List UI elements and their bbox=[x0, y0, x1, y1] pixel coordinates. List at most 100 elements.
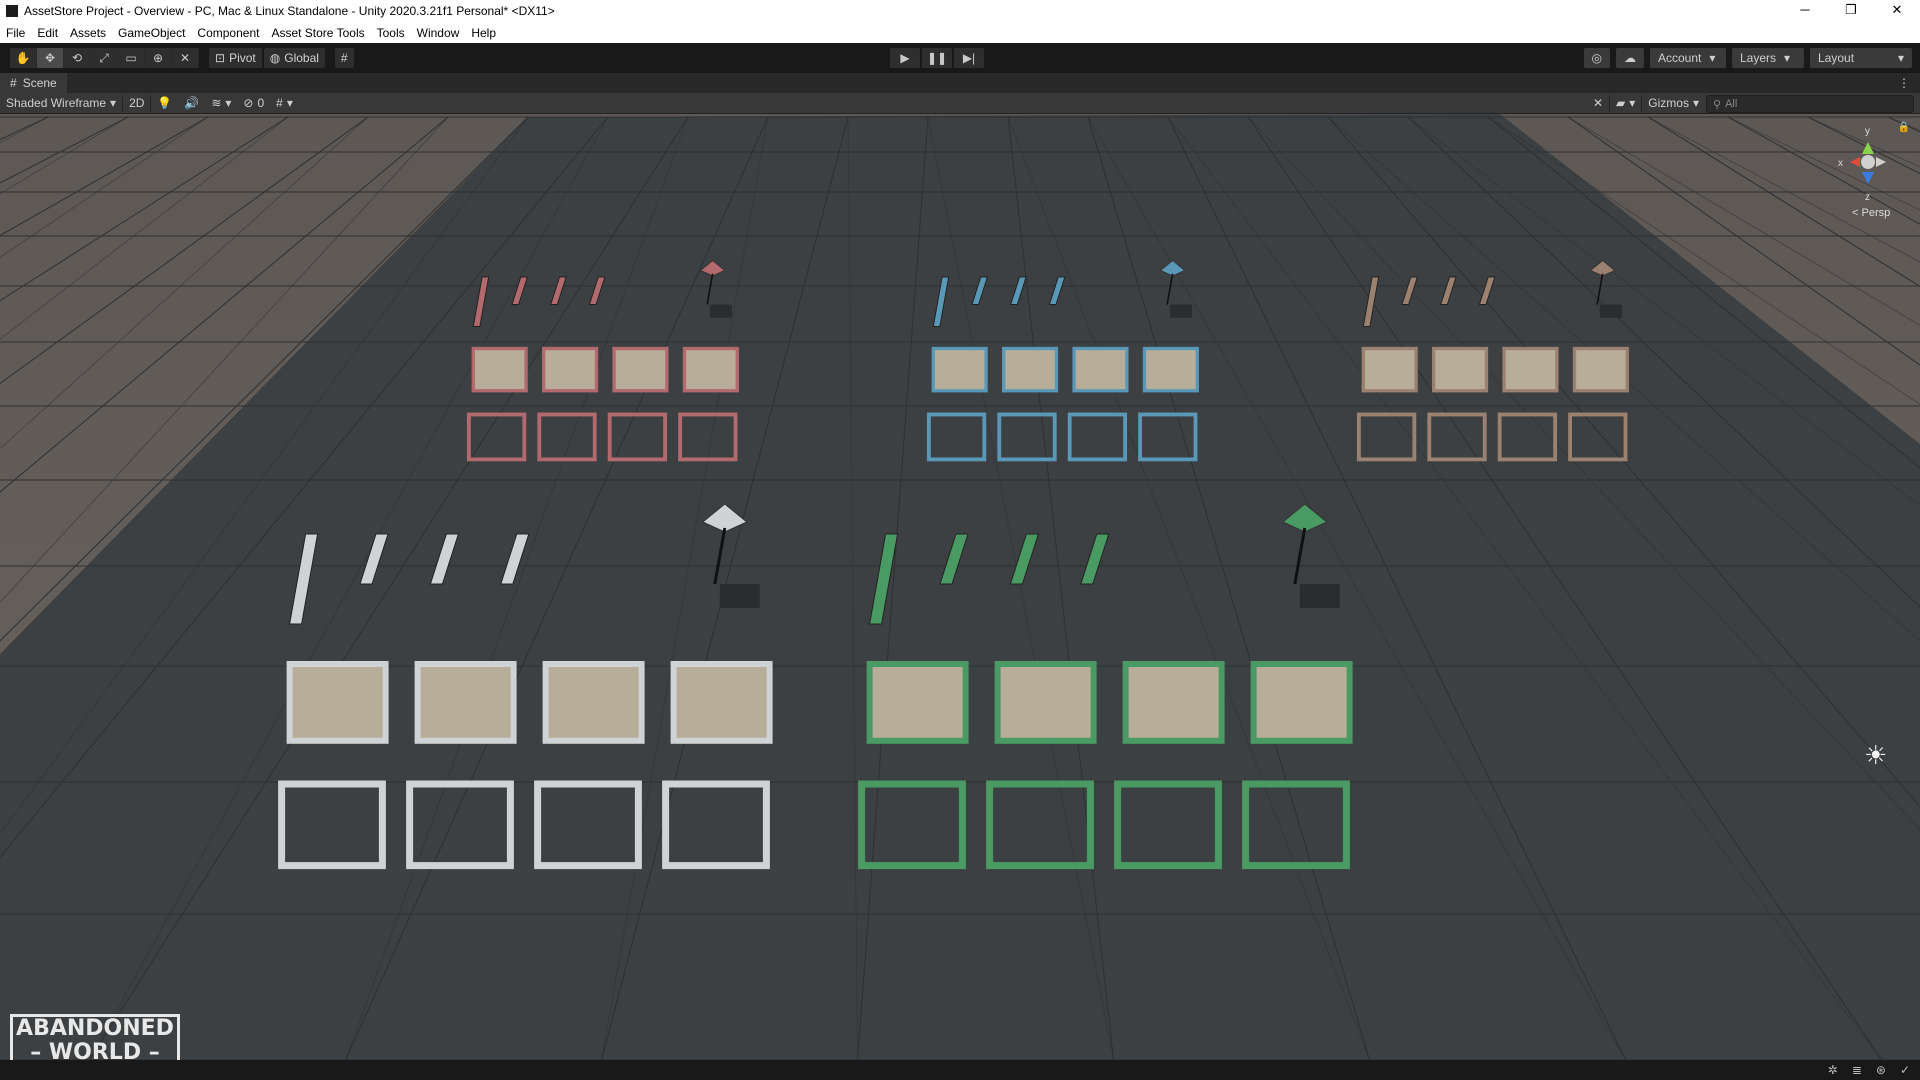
gizmos-label: Gizmos bbox=[1648, 96, 1689, 110]
menu-window[interactable]: Window bbox=[411, 26, 466, 40]
chevron-down-icon: ▾ bbox=[286, 96, 293, 110]
chevron-down-icon: ▾ bbox=[1784, 51, 1791, 65]
sandbox-filled bbox=[682, 346, 739, 393]
tools-icon[interactable]: ✕ bbox=[1587, 93, 1609, 113]
scene-toolbar-right: ✕ ▰ ▾ Gizmos ▾ bbox=[1587, 93, 1705, 113]
sandbox-filled bbox=[1122, 661, 1225, 744]
sandbox-filled bbox=[1572, 346, 1629, 393]
menu-asset-store-tools[interactable]: Asset Store Tools bbox=[265, 26, 370, 40]
gizmo-x-label: x bbox=[1838, 158, 1843, 169]
debug-icon[interactable]: ⊛ bbox=[1876, 1063, 1886, 1077]
sandbox-filled bbox=[931, 346, 988, 393]
search-icon: ⚲ bbox=[1713, 98, 1722, 111]
menu-assets[interactable]: Assets bbox=[64, 26, 112, 40]
scale-tool-icon[interactable]: ⤢ bbox=[91, 48, 118, 68]
lighting-toggle[interactable]: 💡 bbox=[151, 93, 178, 113]
scene-render bbox=[0, 114, 1920, 1060]
menu-help[interactable]: Help bbox=[465, 26, 502, 40]
lock-icon[interactable]: 🔒 bbox=[1898, 122, 1910, 133]
pivot-toggle[interactable]: ⊡ Pivot bbox=[209, 48, 262, 68]
sandbox-filled bbox=[670, 661, 773, 744]
layers-label: Layers bbox=[1740, 51, 1777, 65]
pivot-label: Pivot bbox=[229, 51, 256, 65]
scene-toolbar: Shaded Wireframe ▾ 2D 💡 🔊 ≋ ▾ ⊘ 0 # ▾ ✕ ▰ ▾… bbox=[0, 93, 1920, 114]
menu-tools[interactable]: Tools bbox=[371, 26, 411, 40]
gizmo-y-label: y bbox=[1865, 126, 1870, 137]
collab-button[interactable]: ◎ bbox=[1583, 48, 1610, 68]
custom-tool-icon[interactable]: ✕ bbox=[172, 48, 199, 68]
axis-gizmo-icon: y x z < Persp bbox=[1838, 126, 1890, 219]
close-button[interactable]: ✕ bbox=[1874, 0, 1920, 22]
sandbox-filled bbox=[1002, 346, 1059, 393]
hidden-eye-icon: ⊘ bbox=[243, 96, 254, 110]
layout-dropdown[interactable]: Layout ▾ bbox=[1810, 48, 1912, 68]
umbrella-shadow bbox=[1299, 584, 1340, 608]
minimize-button[interactable]: ─ bbox=[1782, 0, 1828, 22]
status-bar: ✲ ≣ ⊛ ✓ bbox=[0, 1060, 1920, 1080]
play-icon[interactable]: ▶ bbox=[890, 48, 920, 68]
directional-light-icon[interactable]: ☀ bbox=[1864, 740, 1887, 771]
scene-tab-bar: # Scene ⋮ bbox=[0, 73, 1920, 93]
scene-tab[interactable]: # Scene bbox=[0, 73, 67, 93]
grid-dropdown[interactable]: # ▾ bbox=[270, 93, 299, 113]
more-options-icon[interactable]: ⋮ bbox=[1898, 76, 1910, 90]
hidden-count: 0 bbox=[257, 96, 265, 110]
rect-tool-icon[interactable]: ▭ bbox=[118, 48, 145, 68]
hidden-objects-toggle[interactable]: ⊘ 0 bbox=[237, 93, 270, 113]
shading-mode-dropdown[interactable]: Shaded Wireframe ▾ bbox=[0, 93, 122, 113]
check-icon[interactable]: ✓ bbox=[1900, 1063, 1910, 1077]
chevron-down-icon: ▾ bbox=[1629, 96, 1636, 110]
rotate-tool-icon[interactable]: ⟲ bbox=[64, 48, 91, 68]
hand-tool-icon[interactable]: ✋ bbox=[10, 48, 37, 68]
transform-tool-icon[interactable]: ⊕ bbox=[145, 48, 172, 68]
grid-snap-icon: # bbox=[340, 51, 348, 65]
2d-toggle[interactable]: 2D bbox=[123, 93, 150, 113]
menu-component[interactable]: Component bbox=[191, 26, 265, 40]
menu-gameobject[interactable]: GameObject bbox=[112, 26, 191, 40]
orientation-gizmo[interactable]: y x z < Persp bbox=[1828, 120, 1908, 220]
lightbulb-icon: 💡 bbox=[157, 96, 173, 110]
gizmos-dropdown[interactable]: Gizmos ▾ bbox=[1642, 93, 1705, 113]
2d-label: 2D bbox=[129, 96, 145, 110]
umbrella-shadow bbox=[709, 304, 732, 318]
camera-icon: ▰ bbox=[1616, 96, 1626, 110]
search-placeholder: All bbox=[1725, 98, 1738, 110]
menu-bar: File Edit Assets GameObject Component As… bbox=[0, 22, 1920, 44]
effects-dropdown[interactable]: ≋ ▾ bbox=[205, 93, 237, 113]
transform-tools: ✋ ✥ ⟲ ⤢ ▭ ⊕ ✕ bbox=[10, 48, 199, 68]
shading-mode-label: Shaded Wireframe bbox=[6, 96, 107, 110]
sandbox-filled bbox=[542, 346, 599, 393]
sandbox-filled bbox=[286, 661, 389, 744]
move-tool-icon[interactable]: ✥ bbox=[37, 48, 64, 68]
grid-icon: # bbox=[276, 96, 283, 110]
scene-search-input[interactable]: ⚲ All bbox=[1706, 95, 1914, 113]
menu-edit[interactable]: Edit bbox=[31, 26, 64, 40]
layers-icon[interactable]: ≣ bbox=[1852, 1063, 1862, 1077]
bug-icon[interactable]: ✲ bbox=[1828, 1063, 1838, 1077]
window-titlebar: AssetStore Project - Overview - PC, Mac … bbox=[0, 0, 1920, 22]
audio-toggle[interactable]: 🔊 bbox=[178, 93, 205, 113]
unity-icon bbox=[6, 5, 18, 17]
scene-viewport[interactable] bbox=[0, 114, 1920, 1060]
pause-icon[interactable]: ❚❚ bbox=[922, 48, 952, 68]
sandbox-filled bbox=[1072, 346, 1129, 393]
chevron-down-icon: ▾ bbox=[1709, 51, 1716, 65]
cloud-button[interactable]: ☁ bbox=[1616, 48, 1644, 68]
global-toggle[interactable]: ◍ Global bbox=[263, 48, 325, 68]
sandbox-filled bbox=[1250, 661, 1353, 744]
logo-line1: ABANDONED bbox=[16, 1016, 174, 1041]
chevron-down-icon: ▾ bbox=[110, 96, 117, 110]
layers-dropdown[interactable]: Layers ▾ bbox=[1732, 48, 1804, 68]
account-dropdown[interactable]: Account ▾ bbox=[1650, 48, 1726, 68]
grid-snap-button[interactable]: # bbox=[334, 48, 354, 68]
camera-dropdown[interactable]: ▰ ▾ bbox=[1610, 93, 1641, 113]
sandbox-filled bbox=[1361, 346, 1418, 393]
step-icon[interactable]: ▶| bbox=[954, 48, 984, 68]
cloud-icon: ☁ bbox=[1624, 51, 1636, 65]
menu-file[interactable]: File bbox=[0, 26, 31, 40]
umbrella-shadow bbox=[1599, 304, 1622, 318]
layout-label: Layout bbox=[1818, 51, 1855, 65]
restore-button[interactable]: ❐ bbox=[1828, 0, 1874, 22]
gizmo-z-label: z bbox=[1865, 192, 1870, 203]
globe-icon: ◍ bbox=[269, 51, 281, 65]
